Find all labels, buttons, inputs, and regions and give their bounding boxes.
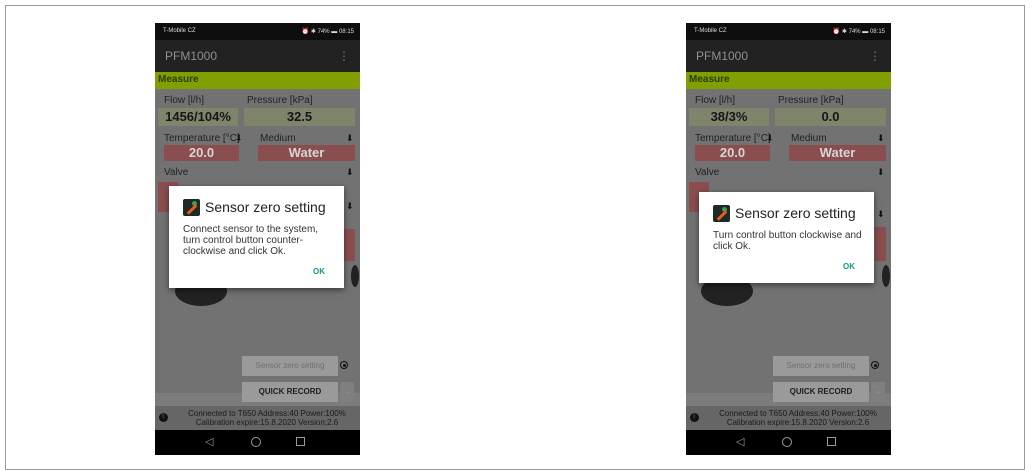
home-circle-icon[interactable]: [251, 437, 261, 447]
app-bar: PFM1000 ⋮: [155, 40, 360, 72]
dialog-title: Sensor zero setting: [205, 199, 326, 215]
flow-label: Flow [l/h]: [164, 95, 205, 106]
measure-label: Measure: [158, 74, 199, 85]
measure-header: Measure: [155, 72, 360, 89]
measure-header: Measure: [686, 72, 891, 89]
download-icon[interactable]: ⬇: [877, 167, 885, 178]
pressure-label: Pressure [kPa]: [247, 95, 313, 106]
android-nav-bar: ◁: [155, 430, 360, 455]
download-icon[interactable]: ⬇: [877, 209, 885, 220]
valve-label: Valve: [695, 167, 720, 178]
back-triangle-icon[interactable]: ◁: [736, 435, 744, 448]
overflow-menu-icon[interactable]: ⋮: [338, 49, 350, 63]
temperature-value: 20.0: [695, 145, 770, 161]
valve-label: Valve: [164, 167, 189, 178]
app-bar: PFM1000 ⋮: [686, 40, 891, 72]
connection-line-2: Calibration expire:15.8.2020 Version:2.6: [195, 418, 339, 427]
pressure-label: Pressure [kPa]: [778, 95, 844, 106]
dialog-message: Connect sensor to the system, turn contr…: [183, 224, 319, 257]
connection-line-1: Connected to T650 Address:40 Power:100%: [719, 409, 877, 418]
sensor-gauge-icon: [183, 199, 200, 216]
status-right-text: ⏰ ✱ 74% ▬ 08:15: [832, 29, 885, 35]
carrier-text: T-Mobile CZ: [163, 28, 196, 34]
radio-selected-icon[interactable]: [871, 361, 879, 369]
connection-status-bar: ᛒ Connected to T650 Address:40 Power:100…: [686, 406, 891, 430]
back-triangle-icon[interactable]: ◁: [205, 435, 213, 448]
dialog-message: Turn control button clockwise and click …: [713, 230, 862, 252]
chevron-down-icon[interactable]: ⌄: [871, 382, 885, 402]
temperature-label: Temperature [°C]: [695, 133, 771, 144]
download-icon[interactable]: ⬇: [346, 201, 354, 212]
quick-record-button[interactable]: QUICK RECORD: [773, 382, 869, 402]
recent-square-icon[interactable]: [827, 437, 836, 446]
phone-screenshot-2: T-Mobile CZ ⏰ ✱ 74% ▬ 08:15 PFM1000 ⋮ Me…: [686, 23, 891, 455]
status-bar: T-Mobile CZ ⏰ ✱ 74% ▬ 08:15: [686, 23, 891, 40]
dialog-title: Sensor zero setting: [735, 205, 856, 221]
medium-value: Water: [789, 145, 886, 161]
status-bar: T-Mobile CZ ⏰ ✱ 74% ▬ 08:15: [155, 23, 360, 40]
status-right-text: ⏰ ✱ 74% ▬ 08:15: [301, 29, 354, 35]
carrier-text: T-Mobile CZ: [694, 28, 727, 34]
download-icon[interactable]: ⬇: [346, 133, 354, 144]
sensor-zero-setting-button[interactable]: Sensor zero setting: [773, 356, 869, 376]
download-icon[interactable]: ⬇: [877, 133, 885, 144]
pressure-value: 32.5: [244, 108, 355, 126]
ok-button[interactable]: OK: [843, 262, 855, 271]
recent-square-icon[interactable]: [296, 437, 305, 446]
pressure-value: 0.0: [775, 108, 886, 126]
ok-button[interactable]: OK: [313, 267, 325, 276]
sensor-zero-dialog: Sensor zero setting Connect sensor to th…: [169, 186, 344, 288]
chevron-down-icon[interactable]: ⌄: [340, 382, 354, 402]
medium-label: Medium: [260, 133, 296, 144]
medium-label: Medium: [791, 133, 827, 144]
sensor-zero-dialog: Sensor zero setting Turn control button …: [699, 192, 874, 283]
android-nav-bar: ◁: [686, 430, 891, 455]
flow-value: 38/3%: [689, 108, 769, 126]
valve-image-part: [351, 265, 359, 287]
value-box-partial: [875, 227, 886, 261]
sensor-gauge-icon: [713, 205, 730, 222]
download-icon[interactable]: ⬇: [346, 167, 354, 178]
app-title: PFM1000: [165, 49, 218, 63]
connection-line-1: Connected to T650 Address:40 Power:100%: [188, 409, 346, 418]
bluetooth-icon: ᛒ: [690, 413, 699, 422]
quick-record-button[interactable]: QUICK RECORD: [242, 382, 338, 402]
overflow-menu-icon[interactable]: ⋮: [869, 49, 881, 63]
download-icon[interactable]: ⬇: [766, 133, 774, 144]
download-icon[interactable]: ⬇: [235, 133, 243, 144]
connection-line-2: Calibration expire:15.8.2020 Version:2.6: [726, 418, 870, 427]
sensor-zero-setting-button[interactable]: Sensor zero setting: [242, 356, 338, 376]
phone-screenshot-1: T-Mobile CZ ⏰ ✱ 74% ▬ 08:15 PFM1000 ⋮ Me…: [155, 23, 360, 455]
flow-label: Flow [l/h]: [695, 95, 736, 106]
flow-value: 1456/104%: [158, 108, 238, 126]
temperature-value: 20.0: [164, 145, 239, 161]
connection-status-bar: ᛒ Connected to T650 Address:40 Power:100…: [155, 406, 360, 430]
valve-image-part: [882, 265, 890, 287]
temperature-label: Temperature [°C]: [164, 133, 240, 144]
bluetooth-icon: ᛒ: [159, 413, 168, 422]
value-box-partial: [344, 229, 355, 261]
app-title: PFM1000: [696, 49, 749, 63]
home-circle-icon[interactable]: [782, 437, 792, 447]
measure-label: Measure: [689, 74, 730, 85]
medium-value: Water: [258, 145, 355, 161]
radio-selected-icon[interactable]: [340, 361, 348, 369]
